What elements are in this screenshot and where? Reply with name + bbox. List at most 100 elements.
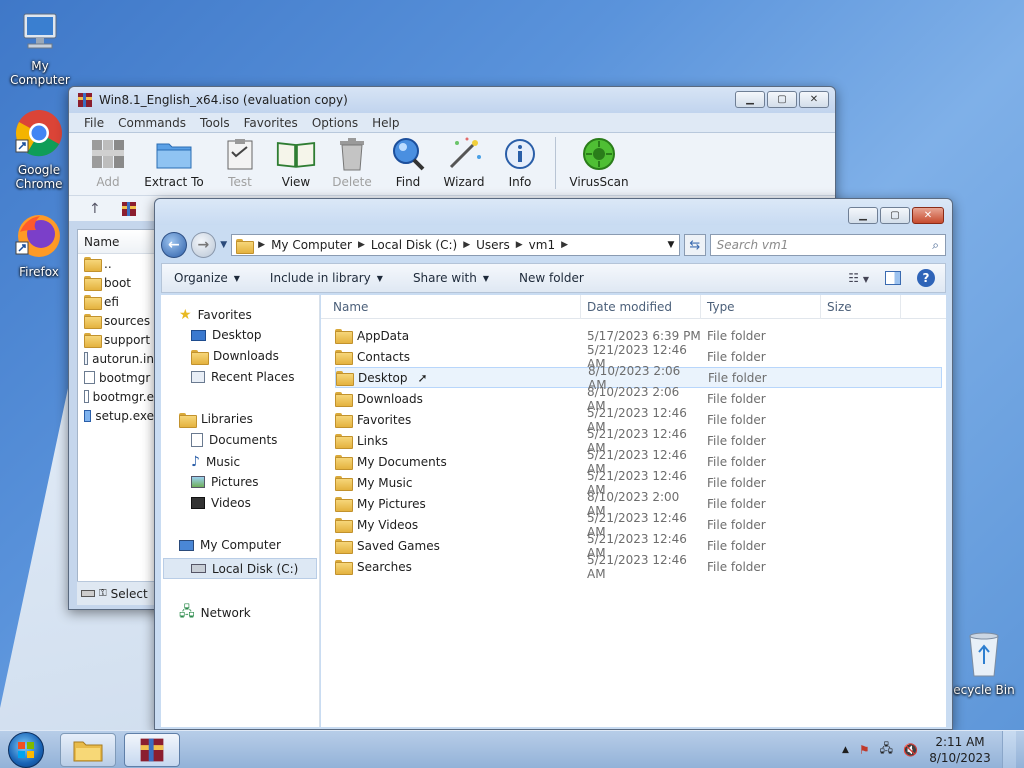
- explorer-titlebar[interactable]: ▁ ▢ ✕: [155, 199, 952, 225]
- menu-commands[interactable]: Commands: [111, 116, 193, 130]
- nav-my-computer[interactable]: My Computer: [179, 538, 281, 552]
- search-icon[interactable]: ⌕: [932, 238, 939, 253]
- list-item[interactable]: support: [78, 330, 154, 349]
- menu-help[interactable]: Help: [365, 116, 406, 130]
- info-button[interactable]: Info: [493, 137, 547, 189]
- drive-icon: [191, 564, 206, 573]
- maximize-button[interactable]: ▢: [767, 91, 797, 108]
- list-item[interactable]: sources: [78, 311, 154, 330]
- wizard-button[interactable]: Wizard: [437, 137, 491, 189]
- list-item[interactable]: bootmgr.e: [78, 387, 154, 406]
- show-hidden-icons-button[interactable]: ▲: [842, 745, 849, 755]
- action-center-icon[interactable]: ⚑: [859, 743, 870, 757]
- chevron-down-icon: ▼: [233, 273, 240, 283]
- test-button[interactable]: Test: [213, 137, 267, 189]
- refresh-icon: ⇆: [689, 237, 701, 253]
- include-in-library-button[interactable]: Include in library ▼: [270, 271, 383, 285]
- chevron-right-icon[interactable]: ▶: [561, 240, 568, 250]
- taskbar-explorer-button[interactable]: [60, 732, 116, 767]
- window-title: Win8.1_English_x64.iso (evaluation copy): [99, 93, 348, 107]
- extract-to-button[interactable]: Extract To: [137, 137, 211, 189]
- breadcrumb-item[interactable]: Local Disk (C:): [371, 238, 457, 252]
- music-note-icon: ♪: [191, 454, 200, 470]
- recent-pages-dropdown[interactable]: ▼: [220, 240, 227, 250]
- chevron-right-icon[interactable]: ▶: [258, 240, 265, 250]
- delete-button[interactable]: Delete: [325, 137, 379, 189]
- add-button[interactable]: Add: [81, 137, 135, 189]
- refresh-button[interactable]: ⇆: [683, 234, 706, 256]
- list-item[interactable]: ..: [78, 254, 154, 273]
- show-desktop-button[interactable]: [1002, 730, 1016, 768]
- column-header-date-modified[interactable]: Date modified: [581, 294, 701, 319]
- nav-music[interactable]: ♪ Music: [191, 454, 240, 470]
- list-item[interactable]: bootmgr: [78, 368, 154, 387]
- desktop-icon-label: ecycle Bin: [953, 683, 1015, 697]
- volume-muted-icon[interactable]: 🔇: [903, 743, 918, 757]
- network-icon[interactable]: 🖧: [880, 739, 893, 760]
- chevron-right-icon[interactable]: ▶: [358, 240, 365, 250]
- list-item[interactable]: setup.exe: [78, 406, 154, 425]
- nav-network[interactable]: 🖧 Network: [179, 601, 251, 625]
- nav-favorites[interactable]: ★ Favorites: [179, 307, 252, 323]
- preview-pane-icon[interactable]: [885, 271, 901, 285]
- menu-options[interactable]: Options: [305, 116, 365, 130]
- explorer-folder-icon: [73, 741, 103, 761]
- help-icon[interactable]: ?: [917, 269, 935, 287]
- nav-local-disk[interactable]: Local Disk (C:): [163, 558, 317, 579]
- close-button[interactable]: ✕: [799, 91, 829, 108]
- clock[interactable]: 2:11 AM 8/10/2023: [928, 734, 992, 766]
- back-button[interactable]: ←: [161, 232, 187, 258]
- chevron-right-icon[interactable]: ▶: [516, 240, 523, 250]
- nav-desktop[interactable]: Desktop: [191, 328, 262, 342]
- column-header-name[interactable]: Name: [321, 294, 581, 319]
- share-with-button[interactable]: Share with ▼: [413, 271, 489, 285]
- search-box[interactable]: Search vm1 ⌕: [709, 234, 946, 256]
- recycle-bin-icon: [969, 632, 999, 677]
- folder-icon: [335, 329, 353, 344]
- list-item[interactable]: autorun.in: [78, 349, 154, 368]
- list-item[interactable]: efi: [78, 292, 154, 311]
- breadcrumb-item[interactable]: Users: [476, 238, 510, 252]
- maximize-button[interactable]: ▢: [880, 207, 910, 224]
- forward-button[interactable]: →: [190, 232, 217, 258]
- taskbar-winrar-button[interactable]: [124, 732, 180, 767]
- minimize-button[interactable]: ▁: [848, 207, 878, 224]
- nav-pictures[interactable]: Pictures: [191, 475, 259, 489]
- column-header-type[interactable]: Type: [701, 294, 821, 319]
- winrar-titlebar[interactable]: Win8.1_English_x64.iso (evaluation copy)…: [69, 87, 835, 113]
- nav-documents[interactable]: Documents: [191, 433, 277, 447]
- menu-tools[interactable]: Tools: [193, 116, 237, 130]
- breadcrumb-item[interactable]: vm1: [529, 238, 555, 252]
- column-header-size[interactable]: Size: [821, 294, 901, 319]
- start-button[interactable]: [8, 731, 44, 768]
- menu-file[interactable]: File: [77, 116, 111, 130]
- address-bar[interactable]: ▶ My Computer ▶ Local Disk (C:) ▶ Users …: [231, 234, 680, 256]
- nav-libraries[interactable]: Libraries: [179, 412, 253, 428]
- chevron-right-icon[interactable]: ▶: [463, 240, 470, 250]
- close-button[interactable]: ✕: [912, 207, 944, 224]
- virusscan-button[interactable]: VirusScan: [562, 137, 636, 189]
- view-button[interactable]: View: [269, 137, 323, 189]
- organize-button[interactable]: Organize ▼: [174, 271, 240, 285]
- downloads-folder-icon: [191, 349, 209, 365]
- breadcrumb-item[interactable]: My Computer: [271, 238, 352, 252]
- desktop-icon-my-computer[interactable]: My Computer: [0, 10, 80, 87]
- up-arrow-icon[interactable]: ↑: [89, 201, 101, 217]
- nav-recent-places[interactable]: Recent Places: [191, 370, 294, 384]
- table-row[interactable]: Searches 5/21/2023 12:46 AM File folder: [321, 553, 946, 581]
- nav-videos[interactable]: Videos: [191, 496, 251, 510]
- menu-favorites[interactable]: Favorites: [237, 116, 305, 130]
- column-header-name[interactable]: Name: [78, 230, 154, 254]
- address-dropdown[interactable]: ▼: [663, 240, 679, 250]
- star-icon: ★: [179, 307, 192, 323]
- search-placeholder: Search vm1: [716, 238, 789, 252]
- desktop-icon-recycle-bin[interactable]: ecycle Bin: [944, 630, 1024, 697]
- minimize-button[interactable]: ▁: [735, 91, 765, 108]
- new-folder-button[interactable]: New folder: [519, 271, 584, 285]
- view-options-button[interactable]: ☷ ▼: [848, 271, 869, 285]
- nav-downloads[interactable]: Downloads: [191, 349, 279, 365]
- winrar-menubar: File Commands Tools Favorites Options He…: [69, 113, 835, 133]
- find-button[interactable]: Find: [381, 137, 435, 189]
- folder-icon: [84, 276, 102, 291]
- list-item[interactable]: boot: [78, 273, 154, 292]
